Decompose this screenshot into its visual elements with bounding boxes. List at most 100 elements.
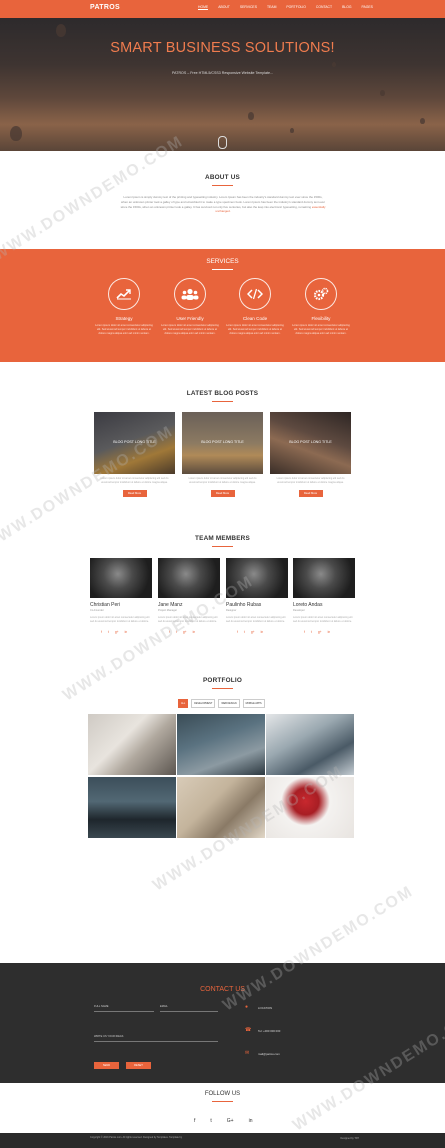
member-socials: f t g+ in (226, 630, 288, 634)
balloon-image (248, 112, 254, 120)
email-field[interactable]: EMAIL (160, 1005, 218, 1012)
blog-excerpt: Lorem ipsum dolor sit amet consectetur a… (188, 477, 257, 484)
twitter-icon[interactable]: t (244, 630, 245, 634)
service-text: Lorem ipsum dolor sit amet consectetur a… (226, 324, 284, 335)
member-name: Jane Manz (158, 602, 183, 608)
nav-link-services[interactable]: SERVICES (240, 5, 257, 10)
twitter-icon[interactable]: t (210, 1118, 211, 1124)
facebook-icon[interactable]: f (194, 1118, 195, 1124)
nav-link-blog[interactable]: BLOG (342, 5, 351, 10)
hero-title: SMART BUSINESS SOLUTIONS! (110, 40, 335, 56)
message-field[interactable]: WRITE US YOUR IDEAS (94, 1035, 218, 1042)
read-more-button[interactable]: Read More (210, 489, 235, 497)
member-socials: f t g+ in (158, 630, 220, 634)
blog-post-title[interactable]: BLOG POST LONG TITLE (94, 440, 175, 444)
linkedin-icon[interactable]: in (193, 630, 196, 634)
portfolio-item[interactable] (177, 714, 265, 775)
blog-image[interactable]: BLOG POST LONG TITLE (182, 412, 263, 474)
member-name: Paulinho Rubas (226, 602, 262, 608)
envelope-icon: ✉ (245, 1050, 250, 1056)
nav-links: HOME ABOUT SERVICES TEAM PORTFOLIO CONTA… (198, 5, 383, 10)
tab-development[interactable]: DEVELOPMENT (191, 699, 216, 708)
twitter-icon[interactable]: t (311, 630, 312, 634)
portfolio-item[interactable] (266, 714, 354, 775)
fullname-field[interactable]: FULL NAME (94, 1005, 154, 1012)
send-button[interactable]: SEND (94, 1062, 119, 1069)
portfolio-item[interactable] (88, 777, 176, 838)
portfolio-item[interactable] (88, 714, 176, 775)
nav-link-home[interactable]: HOME (198, 5, 209, 10)
reset-button[interactable]: RESET (126, 1062, 151, 1069)
service-title: Clean Code (242, 316, 268, 321)
nav-link-pages[interactable]: PAGES (362, 5, 373, 10)
blog-card: BLOG POST LONG TITLE Lorem ipsum dolor s… (182, 412, 263, 497)
member-bio: Lorem ipsum dolor sit amet consectetur a… (226, 616, 286, 623)
google-plus-icon[interactable]: g+ (251, 630, 255, 634)
google-plus-icon[interactable]: g+ (183, 630, 187, 634)
section-divider (212, 688, 233, 689)
service-item: Strategy Lorem ipsum dolor sit amet cons… (94, 278, 154, 335)
section-divider (212, 546, 233, 547)
service-text: Lorem ipsum dolor sit amet consectetur a… (161, 324, 219, 335)
tab-all[interactable]: ALL (178, 699, 189, 708)
blog-post-title[interactable]: BLOG POST LONG TITLE (182, 440, 263, 444)
site-logo[interactable]: PATROS (90, 4, 120, 11)
footer: Copyright © 2016 Patros.com. All rights … (0, 1133, 445, 1148)
scroll-down-icon[interactable] (218, 136, 227, 149)
section-divider (212, 1101, 233, 1102)
blog-title: LATEST BLOG POSTS (186, 390, 259, 397)
blog-image[interactable]: BLOG POST LONG TITLE (270, 412, 351, 474)
top-navbar: PATROS HOME ABOUT SERVICES TEAM PORTFOLI… (0, 0, 445, 18)
member-role: Co-Founder (90, 609, 104, 612)
gears-icon (305, 278, 337, 310)
balloon-image (290, 128, 294, 133)
portfolio-item[interactable] (266, 777, 354, 838)
nav-link-contact[interactable]: CONTACT (316, 5, 332, 10)
balloon-image (420, 118, 425, 124)
contact-email[interactable]: mail@patros.com (258, 1052, 280, 1056)
service-item: Flexibility Lorem ipsum dolor sit amet c… (291, 278, 351, 335)
service-title: Strategy (115, 316, 133, 321)
member-photo (90, 558, 152, 598)
about-body: Lorem Ipsum is simply dummy text of the … (120, 195, 325, 209)
nav-link-portfolio[interactable]: PORTFOLIO (286, 5, 306, 10)
google-plus-icon[interactable]: g+ (318, 630, 322, 634)
portfolio-filter-tabs: ALL DEVELOPMENT WEB DESIGN MOBILE APPS (178, 699, 265, 708)
twitter-icon[interactable]: t (176, 630, 177, 634)
member-bio: Lorem ipsum dolor sit amet consectetur a… (158, 616, 218, 623)
nav-link-about[interactable]: ABOUT (218, 5, 230, 10)
follow-icons: f t G+ in (194, 1118, 253, 1124)
blog-image[interactable]: BLOG POST LONG TITLE (94, 412, 175, 474)
nav-link-team[interactable]: TEAM (267, 5, 276, 10)
facebook-icon[interactable]: f (237, 630, 238, 634)
service-text: Lorem ipsum dolor sit amet consectetur a… (95, 324, 153, 335)
facebook-icon[interactable]: f (101, 630, 102, 634)
team-title: TEAM MEMBERS (195, 535, 250, 542)
twitter-icon[interactable]: t (108, 630, 109, 634)
balloon-image (10, 126, 22, 141)
read-more-button[interactable]: Read More (298, 489, 323, 497)
blog-post-title[interactable]: BLOG POST LONG TITLE (270, 440, 351, 444)
member-socials: f t g+ in (90, 630, 152, 634)
linkedin-icon[interactable]: in (249, 1118, 253, 1124)
facebook-icon[interactable]: f (304, 630, 305, 634)
tab-mobile-apps[interactable]: MOBILE APPS (242, 699, 265, 708)
contact-title: CONTACT US (200, 986, 245, 993)
linkedin-icon[interactable]: in (125, 630, 128, 634)
linkedin-icon[interactable]: in (328, 630, 331, 634)
portfolio-item[interactable] (177, 777, 265, 838)
service-title: Flexibility (311, 316, 331, 321)
section-divider (212, 185, 233, 186)
facebook-icon[interactable]: f (169, 630, 170, 634)
services-section: SERVICES Strategy Lorem ipsum dolor sit … (0, 249, 445, 362)
follow-title: FOLLOW US (204, 1091, 241, 1097)
tab-web-design[interactable]: WEB DESIGN (218, 699, 240, 708)
linkedin-icon[interactable]: in (261, 630, 264, 634)
balloon-image (380, 90, 385, 96)
balloon-image (332, 62, 336, 67)
blog-excerpt: Lorem ipsum dolor sit amet consectetur a… (276, 477, 345, 484)
google-plus-icon[interactable]: G+ (227, 1118, 234, 1124)
read-more-button[interactable]: Read More (122, 489, 147, 497)
google-plus-icon[interactable]: g+ (115, 630, 119, 634)
about-title: ABOUT US (205, 174, 240, 181)
